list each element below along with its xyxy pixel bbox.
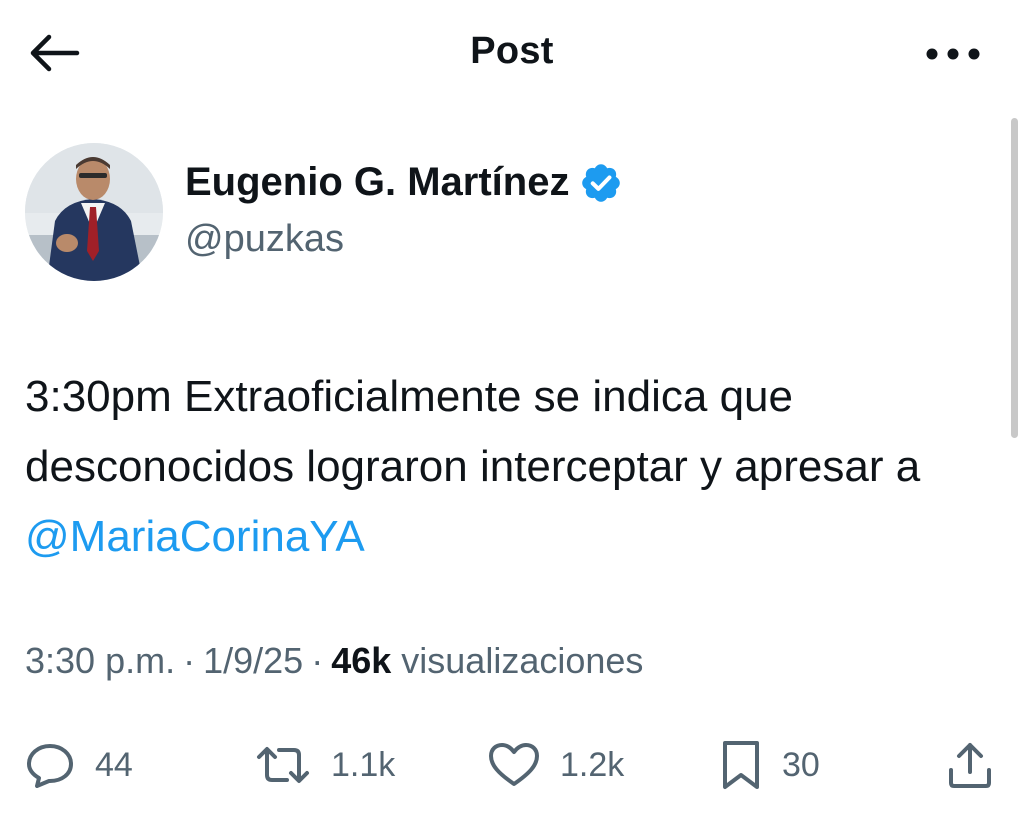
avatar-photo (25, 143, 163, 281)
author-name-row[interactable]: Eugenio G. Martínez (185, 160, 623, 205)
action-bar: 44 1.1k 1.2k 30 (0, 730, 1024, 810)
bookmark-icon (723, 741, 759, 789)
share-button[interactable] (945, 730, 995, 800)
mention-link[interactable]: @MariaCorinaYA (25, 512, 365, 561)
views-label[interactable]: visualizaciones (401, 640, 643, 681)
author-handle[interactable]: @puzkas (185, 218, 344, 261)
top-bar: Post (0, 0, 1024, 110)
meta-separator: · (183, 640, 196, 681)
meta-separator: · (311, 640, 324, 681)
bookmark-button[interactable]: 30 (720, 730, 820, 800)
post-screen: Post Eugenio G. Martínez @puzkas 3:30pm … (0, 0, 1024, 837)
tweet-time[interactable]: 3:30 p.m. (25, 640, 175, 681)
reply-icon (27, 744, 73, 788)
repost-count: 1.1k (331, 745, 396, 784)
like-button[interactable]: 1.2k (488, 730, 624, 800)
avatar[interactable] (25, 143, 163, 281)
tweet-text-body: 3:30pm Extraoficialmente se indica que d… (25, 372, 921, 491)
verified-badge-icon[interactable] (579, 161, 623, 205)
tweet-text: 3:30pm Extraoficialmente se indica que d… (25, 362, 1000, 572)
reply-button[interactable]: 44 (25, 730, 133, 800)
heart-icon (489, 743, 539, 786)
share-icon (949, 743, 991, 788)
repost-button[interactable]: 1.1k (255, 730, 395, 800)
page-title: Post (470, 30, 554, 72)
more-horizontal-icon (926, 48, 980, 60)
like-count: 1.2k (560, 745, 625, 784)
scrollbar[interactable] (1011, 118, 1018, 438)
author-name[interactable]: Eugenio G. Martínez (185, 160, 569, 205)
repost-icon (257, 747, 309, 783)
reply-count: 44 (95, 745, 133, 784)
views-count[interactable]: 46k (331, 640, 391, 681)
bookmark-count: 30 (782, 745, 820, 784)
tweet-date[interactable]: 1/9/25 (203, 640, 303, 681)
tweet-meta: 3:30 p.m. · 1/9/25 · 46k visualizaciones (25, 640, 643, 682)
more-options-button[interactable] (918, 32, 988, 76)
